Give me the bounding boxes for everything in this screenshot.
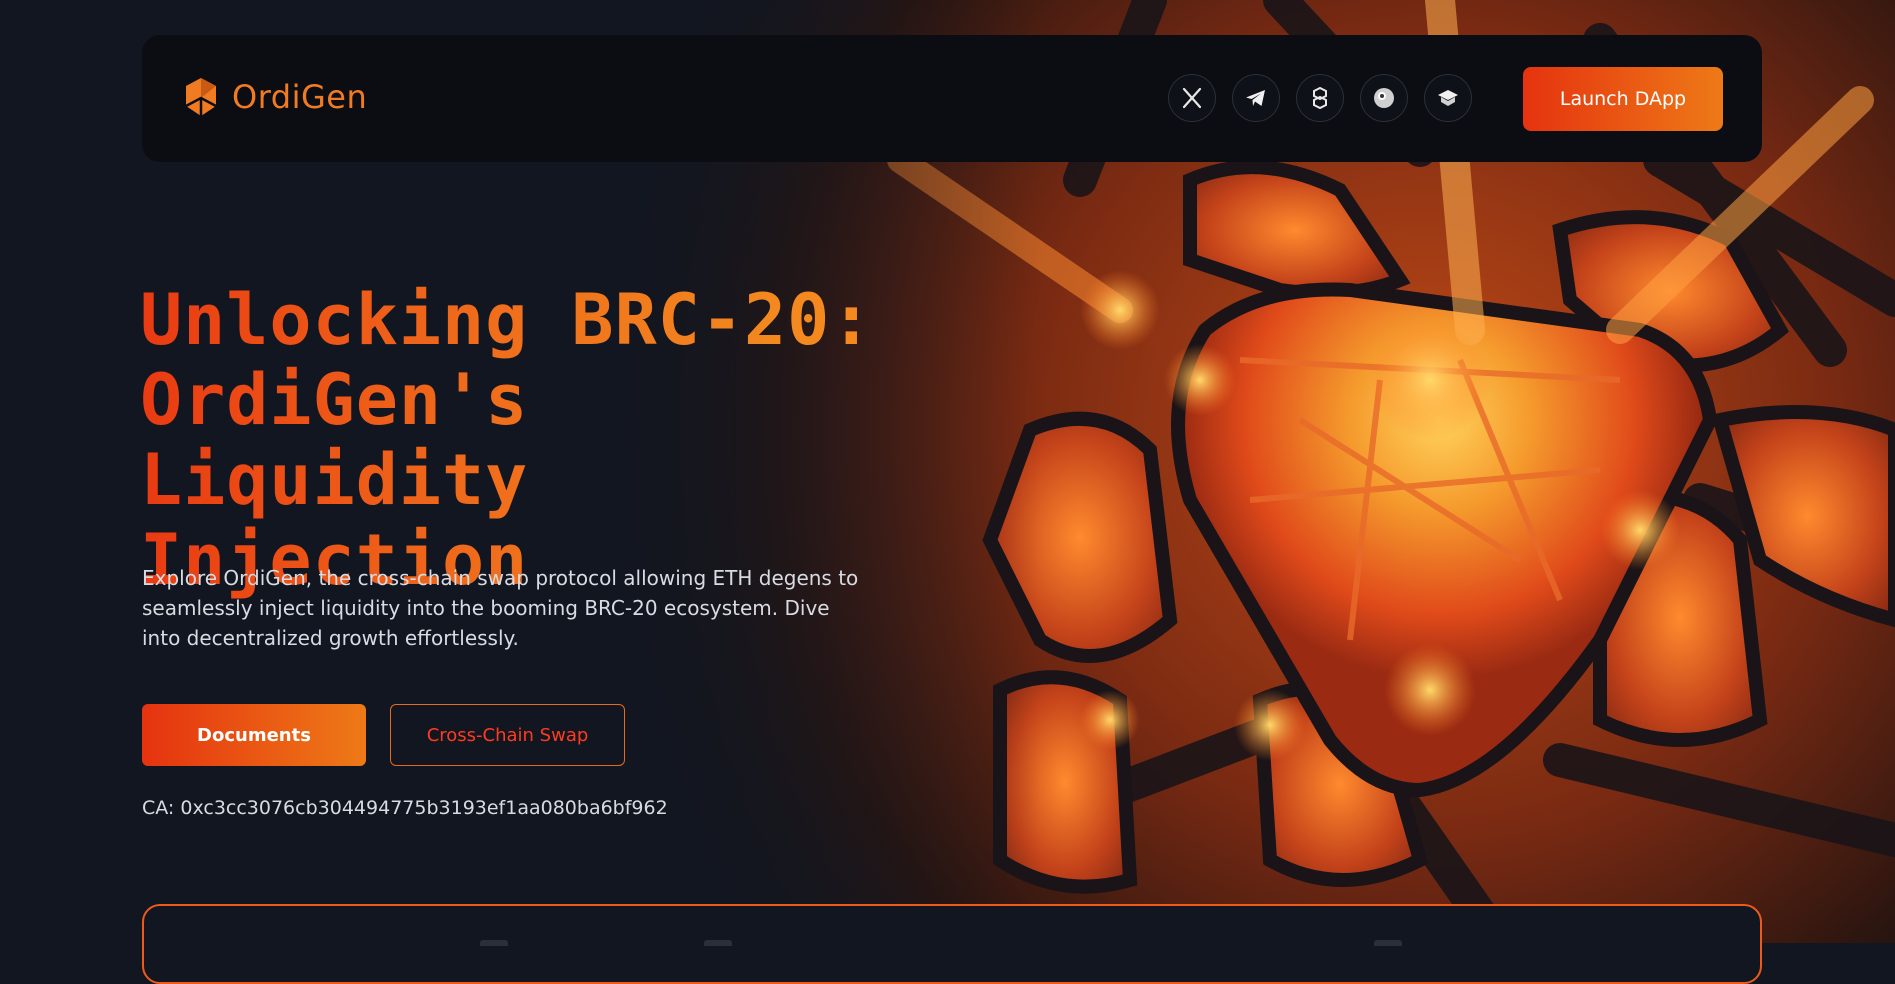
cross-chain-swap-button[interactable]: Cross-Chain Swap [390, 704, 625, 766]
logo-icon [185, 78, 217, 116]
contract-address[interactable]: CA: 0xc3cc3076cb304494775b3193ef1aa080ba… [142, 797, 668, 819]
social-coingecko-link[interactable] [1360, 74, 1408, 122]
x-icon [1182, 87, 1202, 109]
card-tab-marker [1374, 940, 1402, 946]
brand-logo[interactable]: OrdiGen [182, 76, 367, 118]
stats-card [142, 904, 1762, 984]
hero-title-line: Unlocking BRC-20: [140, 279, 874, 361]
telegram-icon [1246, 90, 1265, 106]
card-tab-marker [704, 940, 732, 946]
social-dextools-link[interactable] [1296, 74, 1344, 122]
coingecko-icon [1374, 88, 1394, 108]
social-docs-link[interactable] [1424, 74, 1472, 122]
dextools-icon [1313, 86, 1327, 110]
brand-name: OrdiGen [232, 78, 368, 116]
top-navbar: OrdiGen Launch DApp [142, 35, 1762, 162]
launch-dapp-button[interactable]: Launch DApp [1523, 67, 1723, 131]
social-telegram-link[interactable] [1232, 74, 1280, 122]
documents-button[interactable]: Documents [142, 704, 366, 766]
hero-description: Explore OrdiGen, the cross-chain swap pr… [142, 566, 859, 650]
hero-title-line: OrdiGen's Liquidity [140, 359, 529, 521]
book-icon [1438, 90, 1458, 106]
social-x-link[interactable] [1168, 74, 1216, 122]
hero-title: Unlocking BRC-20: OrdiGen's Liquidity In… [140, 280, 940, 600]
card-tab-marker [480, 940, 508, 946]
social-links [1168, 74, 1472, 122]
